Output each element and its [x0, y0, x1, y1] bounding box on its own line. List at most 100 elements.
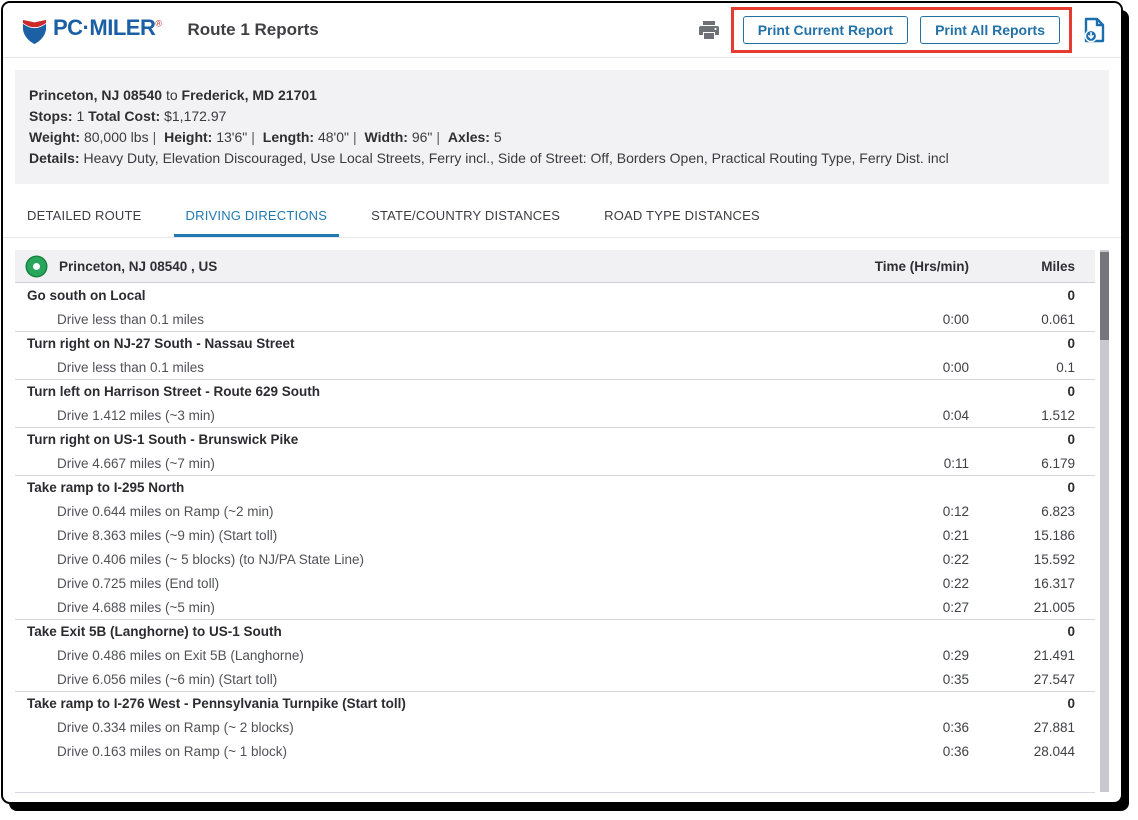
- miles-cell: 0.1: [969, 360, 1095, 375]
- table-row[interactable]: Take ramp to I-295 North0: [15, 475, 1095, 499]
- table-row[interactable]: Turn left on Harrison Street - Route 629…: [15, 379, 1095, 403]
- table-row[interactable]: Drive 4.688 miles (~5 min)0:2721.005: [15, 595, 1095, 619]
- time-cell: 0:35: [819, 672, 969, 687]
- time-cell: 0:27: [819, 600, 969, 615]
- step-text: Drive less than 0.1 miles: [15, 360, 819, 375]
- miles-cell: 15.186: [969, 528, 1095, 543]
- miles-cell: 0: [969, 336, 1095, 351]
- step-text: Drive 0.163 miles on Ramp (~ 1 block): [15, 744, 819, 759]
- length-value: 48'0": [318, 129, 349, 145]
- table-row[interactable]: Drive 6.056 miles (~6 min) (Start toll)0…: [15, 667, 1095, 691]
- miles-cell: 0: [969, 624, 1095, 639]
- miles-cell: 0: [969, 696, 1095, 711]
- to-word: to: [166, 87, 178, 103]
- route-summary-panel: Princeton, NJ 08540 to Frederick, MD 217…: [15, 70, 1109, 184]
- time-cell: 0:22: [819, 576, 969, 591]
- tab-road-type-distances[interactable]: ROAD TYPE DISTANCES: [592, 196, 772, 237]
- miles-cell: 0: [969, 384, 1095, 399]
- print-current-report-button[interactable]: Print Current Report: [743, 16, 908, 44]
- summary-details-line: Details: Heavy Duty, Elevation Discourag…: [29, 148, 1095, 169]
- export-file-icon[interactable]: [1082, 17, 1107, 44]
- table-row[interactable]: Drive 1.412 miles (~3 min)0:041.512: [15, 403, 1095, 427]
- origin-marker-icon: [27, 257, 46, 276]
- table-row[interactable]: Turn right on US-1 South - Brunswick Pik…: [15, 427, 1095, 451]
- time-column-header: Time (Hrs/min): [819, 259, 969, 274]
- time-cell: 0:04: [819, 408, 969, 423]
- miles-cell: 27.881: [969, 720, 1095, 735]
- table-row[interactable]: Go south on Local0: [15, 283, 1095, 307]
- table-header-row: Princeton, NJ 08540 , US Time (Hrs/min) …: [15, 250, 1095, 283]
- pcmiler-shield-icon: [21, 18, 48, 45]
- miles-cell: 6.179: [969, 456, 1095, 471]
- vertical-scrollbar[interactable]: [1100, 250, 1109, 792]
- miles-cell: 15.592: [969, 552, 1095, 567]
- tab-detailed-route[interactable]: DETAILED ROUTE: [15, 196, 154, 237]
- time-cell: 0:00: [819, 360, 969, 375]
- table-row[interactable]: Drive 0.334 miles on Ramp (~ 2 blocks)0:…: [15, 715, 1095, 739]
- instruction-text: Turn left on Harrison Street - Route 629…: [15, 384, 819, 399]
- header-actions: Print Current Report Print All Reports: [697, 7, 1107, 53]
- tab-driving-directions[interactable]: DRIVING DIRECTIONS: [174, 196, 340, 237]
- time-cell: 0:22: [819, 552, 969, 567]
- table-row[interactable]: Drive less than 0.1 miles0:000.1: [15, 355, 1095, 379]
- summary-cost-line: Stops: 1 Total Cost: $1,172.97: [29, 106, 1095, 127]
- print-icon[interactable]: [697, 18, 721, 42]
- time-cell: 0:12: [819, 504, 969, 519]
- summary-vehicle-line: Weight: 80,000 lbs| Height: 13'6"| Lengt…: [29, 127, 1095, 148]
- miles-cell: 21.005: [969, 600, 1095, 615]
- scrollbar-thumb[interactable]: [1100, 252, 1109, 340]
- tab-state-country-distances[interactable]: STATE/COUNTRY DISTANCES: [359, 196, 572, 237]
- instruction-text: Take ramp to I-276 West - Pennsylvania T…: [15, 696, 819, 711]
- origin-header-label: Princeton, NJ 08540 , US: [59, 259, 217, 274]
- time-cell: 0:36: [819, 744, 969, 759]
- header-bar: PC·MILER® Route 1 Reports Print Current …: [3, 3, 1121, 58]
- table-row[interactable]: Drive 0.725 miles (End toll)0:2216.317: [15, 571, 1095, 595]
- time-cell: 0:00: [819, 312, 969, 327]
- table-row[interactable]: Drive 0.406 miles (~ 5 blocks) (to NJ/PA…: [15, 547, 1095, 571]
- instruction-text: Take ramp to I-295 North: [15, 480, 819, 495]
- miles-cell: 0.061: [969, 312, 1095, 327]
- axles-value: 5: [494, 129, 502, 145]
- table-row[interactable]: Drive less than 0.1 miles0:000.061: [15, 307, 1095, 331]
- table-row[interactable]: Turn right on NJ-27 South - Nassau Stree…: [15, 331, 1095, 355]
- table-row[interactable]: Drive 8.363 miles (~9 min) (Start toll)0…: [15, 523, 1095, 547]
- miles-cell: 6.823: [969, 504, 1095, 519]
- step-text: Drive 0.334 miles on Ramp (~ 2 blocks): [15, 720, 819, 735]
- miles-cell: 16.317: [969, 576, 1095, 591]
- instruction-text: Turn right on NJ-27 South - Nassau Stree…: [15, 336, 819, 351]
- step-text: Drive 6.056 miles (~6 min) (Start toll): [15, 672, 819, 687]
- miles-column-header: Miles: [969, 259, 1095, 274]
- instruction-text: Go south on Local: [15, 288, 819, 303]
- table-row[interactable]: Take Exit 5B (Langhorne) to US-1 South 0: [15, 619, 1095, 643]
- print-all-reports-button[interactable]: Print All Reports: [920, 16, 1060, 44]
- brand-text: PC·MILER®: [53, 15, 161, 41]
- page-title: Route 1 Reports: [187, 20, 318, 40]
- miles-cell: 28.044: [969, 744, 1095, 759]
- stops-value: 1: [76, 108, 84, 124]
- step-text: Drive less than 0.1 miles: [15, 312, 819, 327]
- miles-cell: 1.512: [969, 408, 1095, 423]
- table-row[interactable]: Drive 4.667 miles (~7 min)0:116.179: [15, 451, 1095, 475]
- time-cell: 0:11: [819, 456, 969, 471]
- directions-body: Go south on Local0Drive less than 0.1 mi…: [15, 283, 1095, 763]
- table-row[interactable]: Drive 0.486 miles on Exit 5B (Langhorne)…: [15, 643, 1095, 667]
- table-row[interactable]: Take ramp to I-276 West - Pennsylvania T…: [15, 691, 1095, 715]
- step-text: Drive 0.406 miles (~ 5 blocks) (to NJ/PA…: [15, 552, 819, 567]
- origin-header-cell: Princeton, NJ 08540 , US: [15, 257, 819, 276]
- instruction-text: Take Exit 5B (Langhorne) to US-1 South: [15, 624, 819, 639]
- instruction-text: Turn right on US-1 South - Brunswick Pik…: [15, 432, 819, 447]
- details-value: Heavy Duty, Elevation Discouraged, Use L…: [83, 150, 948, 166]
- width-value: 96": [412, 129, 433, 145]
- app-window: PC·MILER® Route 1 Reports Print Current …: [1, 1, 1123, 804]
- time-cell: 0:29: [819, 648, 969, 663]
- table-row[interactable]: Drive 0.163 miles on Ramp (~ 1 block)0:3…: [15, 739, 1095, 763]
- weight-value: 80,000 lbs: [84, 129, 149, 145]
- height-value: 13'6": [216, 129, 247, 145]
- time-cell: 0:21: [819, 528, 969, 543]
- destination-text: Frederick, MD 21701: [182, 87, 317, 103]
- miles-cell: 21.491: [969, 648, 1095, 663]
- step-text: Drive 0.725 miles (End toll): [15, 576, 819, 591]
- table-row[interactable]: Drive 0.644 miles on Ramp (~2 min)0:126.…: [15, 499, 1095, 523]
- step-text: Drive 4.667 miles (~7 min): [15, 456, 819, 471]
- step-text: Drive 8.363 miles (~9 min) (Start toll): [15, 528, 819, 543]
